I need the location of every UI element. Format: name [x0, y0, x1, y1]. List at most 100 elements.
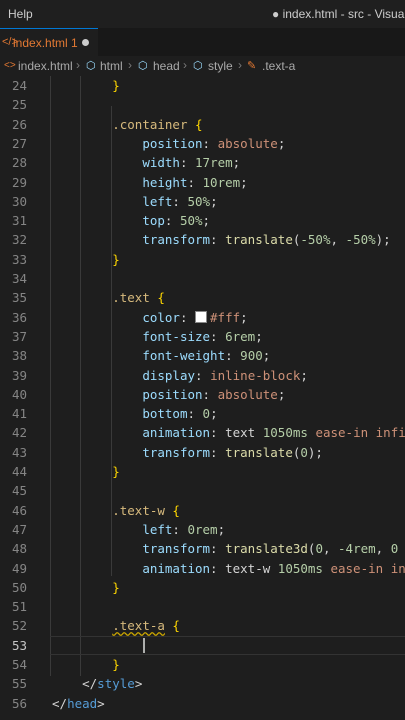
code-token: font-weight [142, 348, 226, 364]
code-line[interactable]: 27 position: absolute; [0, 134, 405, 153]
code-line[interactable]: 26 .container { [0, 115, 405, 134]
code-text: </style> [52, 674, 142, 693]
code-line[interactable]: 46 .text-w { [0, 501, 405, 520]
code-editor[interactable]: 24 } 25 26 .container {27 position: absolu… [0, 76, 405, 720]
code-text: font-weight: 900; [52, 346, 270, 365]
text-cursor [143, 637, 145, 653]
code-line[interactable]: 31 top: 50%; [0, 211, 405, 230]
code-token: 50% [187, 193, 211, 209]
breadcrumb-item-selector[interactable]: .text-a [262, 59, 295, 73]
code-text: } [52, 578, 120, 597]
chevron-right-icon: › [76, 58, 80, 72]
code-text: .text-w { [52, 501, 180, 520]
line-number: 25 [11, 97, 27, 113]
code-text: } [52, 462, 120, 481]
code-token: : [225, 348, 241, 364]
code-token: } [112, 579, 120, 595]
code-line[interactable]: 35 .text { [0, 288, 405, 307]
code-line[interactable]: 36 color: #fff; [0, 308, 405, 327]
code-line[interactable]: 50 } [0, 578, 405, 597]
breadcrumb-item-file[interactable]: index.html [18, 59, 73, 73]
code-line[interactable]: 54 } [0, 655, 405, 674]
code-text: animation: text-w 1050ms ease-in in [52, 559, 405, 578]
breadcrumb-item-html[interactable]: html [100, 59, 123, 73]
code-token: : [187, 406, 203, 422]
code-token: animation [142, 560, 211, 576]
code-token: in [383, 560, 405, 576]
code-text: transform: translate3d(0, -4rem, 0 [52, 539, 398, 558]
code-text: } [52, 655, 120, 674]
breadcrumb-item-head[interactable]: head [153, 59, 180, 73]
code-line[interactable]: 49 animation: text-w 1050ms ease-in in [0, 559, 405, 578]
code-line[interactable]: 34 [0, 269, 405, 288]
line-number: 32 [11, 232, 27, 248]
code-line[interactable]: 55 </style> [0, 674, 405, 693]
code-line[interactable]: 43 transform: translate(0); [0, 443, 405, 462]
code-line[interactable]: 32 transform: translate(-50%, -50%); [0, 230, 405, 249]
code-token: : [202, 386, 218, 402]
breadcrumb-item-style[interactable]: style [208, 59, 233, 73]
code-token: -4rem [338, 541, 376, 557]
code-token: , [330, 232, 346, 248]
code-line[interactable]: 52 .text-a { [0, 616, 405, 635]
code-line[interactable]: 40 position: absolute; [0, 385, 405, 404]
code-text: bottom: 0; [52, 404, 217, 423]
code-line[interactable]: 48 transform: translate3d(0, -4rem, 0 [0, 539, 405, 558]
code-text: position: absolute; [52, 385, 285, 404]
code-token: ; [277, 386, 286, 402]
code-line[interactable]: 38 font-weight: 900; [0, 346, 405, 365]
code-line[interactable]: 25 [0, 95, 405, 114]
code-line[interactable]: 39 display: inline-block; [0, 366, 405, 385]
code-text: color: #fff; [52, 308, 247, 327]
code-text: .text { [52, 288, 165, 307]
tab-index-html[interactable]: </> index.html 1 [0, 28, 98, 57]
code-line[interactable]: 47 left: 0rem; [0, 520, 405, 539]
line-number: 56 [11, 695, 27, 711]
code-token: : [164, 213, 180, 229]
code-token: position [142, 135, 203, 151]
code-token: { [164, 618, 180, 634]
code-line[interactable]: 24 } [0, 76, 405, 95]
code-text: </head> [52, 694, 105, 713]
code-token: absolute [217, 386, 278, 402]
code-line[interactable]: 51 [0, 597, 405, 616]
line-number: 28 [11, 155, 27, 171]
code-token: : [210, 560, 226, 576]
line-number: 34 [11, 271, 27, 286]
code-line[interactable]: 29 height: 10rem; [0, 173, 405, 192]
code-token: 1050ms [277, 560, 323, 576]
code-line[interactable]: 44 } [0, 462, 405, 481]
menu-help[interactable]: Help [8, 7, 33, 21]
code-token: : [202, 135, 218, 151]
code-token: ; [300, 367, 308, 383]
code-token: 1050ms [262, 425, 308, 441]
code-line[interactable]: 28 width: 17rem; [0, 153, 405, 172]
code-line[interactable]: 53 [0, 635, 405, 655]
code-text: left: 50%; [52, 192, 217, 211]
code-token: : [210, 232, 226, 248]
code-line[interactable]: 37 font-size: 6rem; [0, 327, 405, 346]
code-line[interactable]: 45 [0, 481, 405, 500]
code-token: > [134, 676, 143, 692]
code-token: color [142, 309, 180, 325]
code-line[interactable]: 42 animation: text 1050ms ease-in infi [0, 423, 405, 442]
line-number: 27 [11, 135, 27, 151]
code-line[interactable]: 30 left: 50%; [0, 192, 405, 211]
unsaved-dot-icon[interactable] [82, 39, 89, 46]
code-text: font-size: 6rem; [52, 327, 262, 346]
code-token: text [225, 425, 263, 441]
code-line[interactable]: 56 </head> [0, 694, 405, 713]
code-line[interactable]: 41 bottom: 0; [0, 404, 405, 423]
line-number: 37 [11, 328, 27, 344]
code-line[interactable]: 33 } [0, 250, 405, 269]
color-swatch[interactable] [195, 310, 208, 323]
